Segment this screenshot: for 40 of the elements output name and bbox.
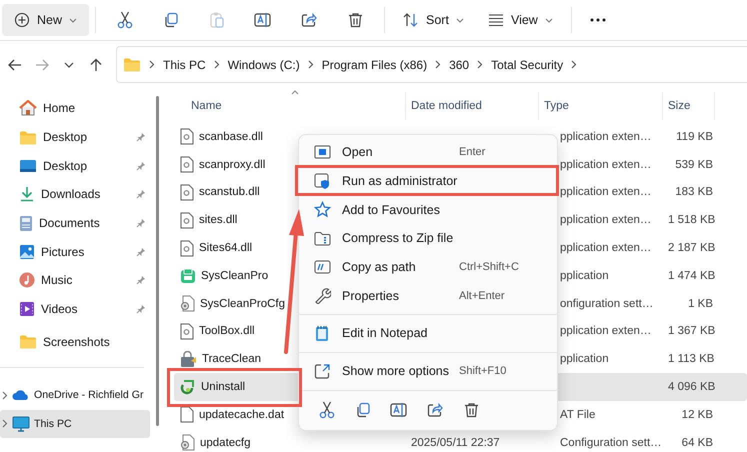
file-name: scanstub.dll [199,186,260,198]
file-name: Sites64.dll [199,242,252,254]
type-cell-text: pplication [559,270,610,282]
size-cell-text: 2 187 KB [667,242,715,254]
type-cell-text: pplication exten… [559,242,652,254]
file-name: sites.dll [199,214,238,226]
file-name: SysCleanProCfg [200,298,286,310]
file-name: scanproxy.dll [199,158,266,171]
file-name: updatecfg [200,436,251,449]
type-cell-text: pplication exten… [559,186,652,198]
type-cell-text: pplication [559,353,610,366]
size-cell-text: 1 KB [687,298,714,310]
size-cell-text: 539 KB [674,158,714,171]
type-cell-text: pplication exten… [559,214,652,226]
type-cell-text: Configuration sett… [559,436,663,449]
file-name: scanbase.dll [199,130,263,143]
type-cell-text: pplication exten… [559,158,652,171]
date-cell-text: 2025/05/11 22:37 [410,436,501,449]
type-cell-text: pplication exten… [559,130,652,143]
file-name: ToolBox.dll [199,325,255,338]
shortcut-text: Enter [459,146,486,158]
type-cell-text: onfiguration sett… [559,298,654,310]
type-cell-text: pplication exten… [559,325,652,338]
shortcut-text: Alt+Enter [459,290,506,302]
file-name: TraceClean [202,353,262,366]
shortcut-text: Ctrl+Shift+C [459,261,520,274]
size-cell-text: 119 KB [675,130,714,143]
size-cell-text: 183 KB [674,186,714,198]
size-cell-text: 12 KB [680,408,714,421]
size-cell-text: 64 KB [680,436,714,449]
file-name: SysCleanPro [201,270,268,282]
type-cell-text: AT File [559,408,596,421]
size-cell-text: 1 113 KB [667,353,715,366]
shortcut-text: Shift+F10 [459,365,508,378]
file-name: updatecache.dat [199,408,284,421]
size-cell-text: 1 474 KB [667,270,715,282]
size-cell-text: 1 367 KB [667,325,715,338]
size-cell-text: 4 096 KB [667,381,715,394]
file-name: Uninstall [201,381,246,394]
size-cell-text: 1 518 KB [667,214,715,226]
